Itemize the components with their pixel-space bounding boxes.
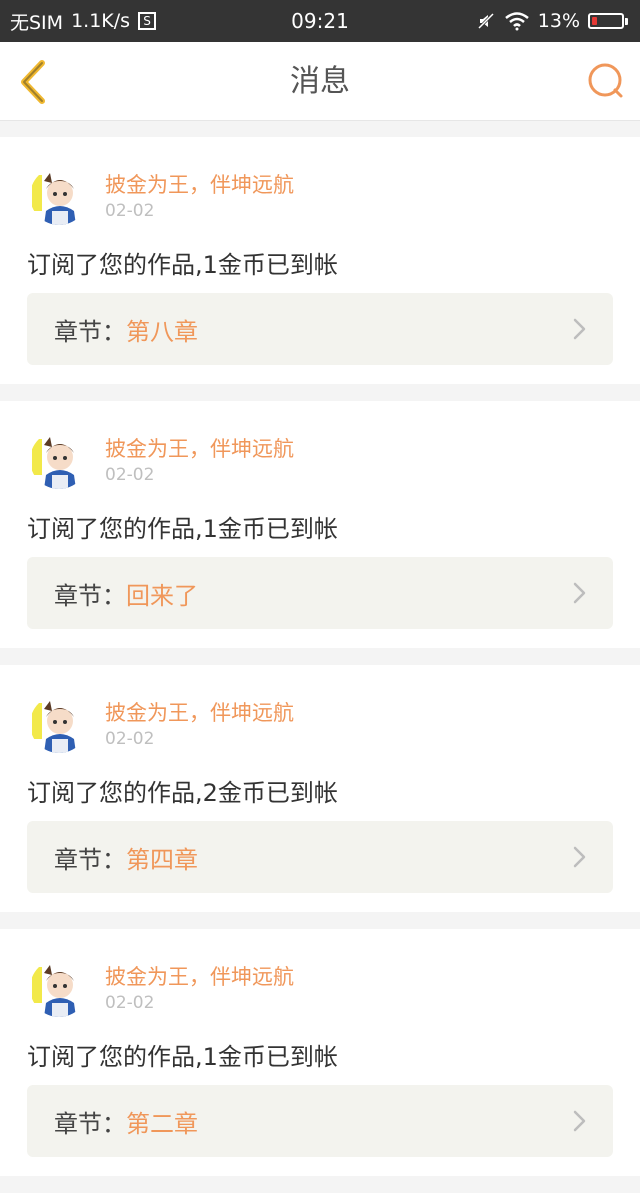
chapter-link[interactable]: 章节： 回来了: [27, 557, 613, 629]
wifi-icon: [504, 12, 529, 31]
chapter-link[interactable]: 章节： 第四章: [27, 821, 613, 893]
chapter-link[interactable]: 章节： 第二章: [27, 1085, 613, 1157]
avatar[interactable]: [30, 431, 88, 489]
chevron-right-icon: [573, 846, 586, 868]
sender-name[interactable]: 披金为王，伴坤远航: [105, 433, 294, 463]
avatar[interactable]: [30, 695, 88, 753]
sim-icon: S: [138, 12, 157, 30]
message-card: 披金为王，伴坤远航 02-02 订阅了您的作品,1金币已到帐 章节： 回来了: [0, 401, 640, 648]
carrier-label: 无SIM: [10, 11, 64, 34]
chevron-right-icon: [573, 1110, 586, 1132]
battery-icon: [588, 13, 628, 29]
network-speed: 1.1K/s: [71, 10, 131, 32]
avatar[interactable]: [30, 167, 88, 225]
sender-name[interactable]: 披金为王，伴坤远航: [105, 169, 294, 199]
chapter-name: 回来了: [126, 581, 198, 610]
message-card: 披金为王，伴坤远航 02-02 订阅了您的作品,1金币已到帐 章节： 第八章: [0, 137, 640, 384]
chapter-label: 章节：: [54, 845, 126, 874]
chapter-name: 第八章: [126, 317, 198, 346]
message-card: 披金为王，伴坤远航 02-02 订阅了您的作品,1金币已到帐 章节： 第二章: [0, 929, 640, 1176]
nav-header: 消息: [0, 42, 640, 121]
battery-percent: 13%: [537, 10, 580, 32]
chapter-link[interactable]: 章节： 第八章: [27, 293, 613, 365]
avatar[interactable]: [30, 959, 88, 1017]
mute-icon: [477, 12, 494, 30]
sender-name[interactable]: 披金为王，伴坤远航: [105, 697, 294, 727]
message-text: 订阅了您的作品,1金币已到帐: [27, 1043, 338, 1071]
chapter-label: 章节：: [54, 581, 126, 610]
message-text: 订阅了您的作品,1金币已到帐: [27, 515, 338, 543]
sender-name[interactable]: 披金为王，伴坤远航: [105, 961, 294, 991]
chapter-name: 第四章: [126, 845, 198, 874]
message-text: 订阅了您的作品,1金币已到帐: [27, 251, 338, 279]
chevron-right-icon: [573, 318, 586, 340]
message-date: 02-02: [105, 993, 155, 1013]
status-left: 无SIM 1.1K/s S: [10, 8, 157, 35]
chapter-label: 章节：: [54, 1109, 126, 1138]
message-text: 订阅了您的作品,2金币已到帐: [27, 779, 338, 807]
search-icon[interactable]: [586, 61, 626, 101]
message-list: 披金为王，伴坤远航 02-02 订阅了您的作品,1金币已到帐 章节： 第八章 披…: [0, 137, 640, 1193]
chevron-right-icon: [573, 582, 586, 604]
chapter-name: 第二章: [126, 1109, 198, 1138]
chapter-label: 章节：: [54, 317, 126, 346]
status-right: 13%: [476, 10, 628, 32]
message-date: 02-02: [105, 729, 155, 749]
page-title: 消息: [290, 64, 350, 99]
message-card: 披金为王，伴坤远航 02-02 订阅了您的作品,2金币已到帐 章节： 第四章: [0, 665, 640, 912]
status-bar: 无SIM 1.1K/s S 09:21 13%: [0, 0, 640, 42]
message-date: 02-02: [105, 465, 155, 485]
message-date: 02-02: [105, 201, 155, 221]
